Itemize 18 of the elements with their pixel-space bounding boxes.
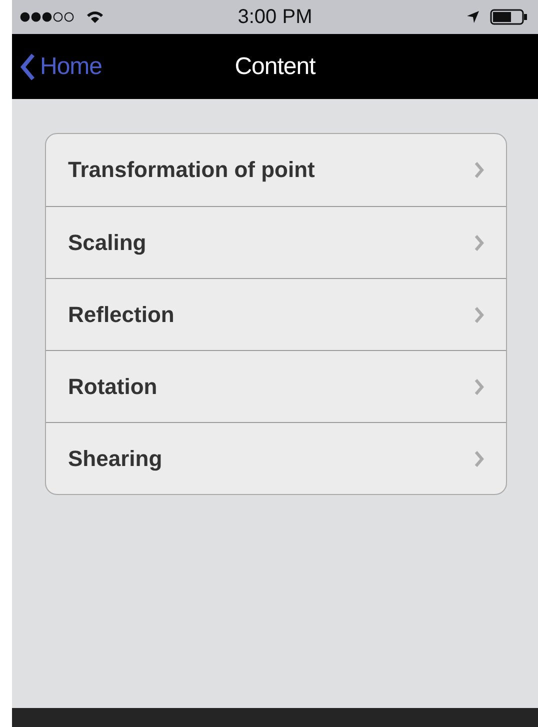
back-button[interactable]: Home <box>12 52 108 82</box>
menu-item[interactable]: Reflection <box>46 278 506 350</box>
chevron-left-icon <box>20 52 36 80</box>
menu-item[interactable]: Scaling <box>46 206 506 278</box>
wifi-icon <box>86 10 104 24</box>
chevron-right-icon <box>474 161 484 179</box>
screen-title: Content <box>234 52 316 80</box>
status-time: 3:00 PM <box>238 6 312 28</box>
chevron-right-icon <box>474 450 484 468</box>
menu-item[interactable]: Rotation <box>46 350 506 422</box>
menu-item[interactable]: Transformation of point <box>46 134 506 206</box>
battery-icon <box>490 9 528 25</box>
chevron-right-icon <box>474 234 484 252</box>
chevron-right-icon <box>474 378 484 396</box>
signal-icon <box>20 12 74 22</box>
chevron-right-icon <box>474 306 484 324</box>
location-icon <box>466 10 480 24</box>
menu-item[interactable]: Shearing <box>46 422 506 494</box>
